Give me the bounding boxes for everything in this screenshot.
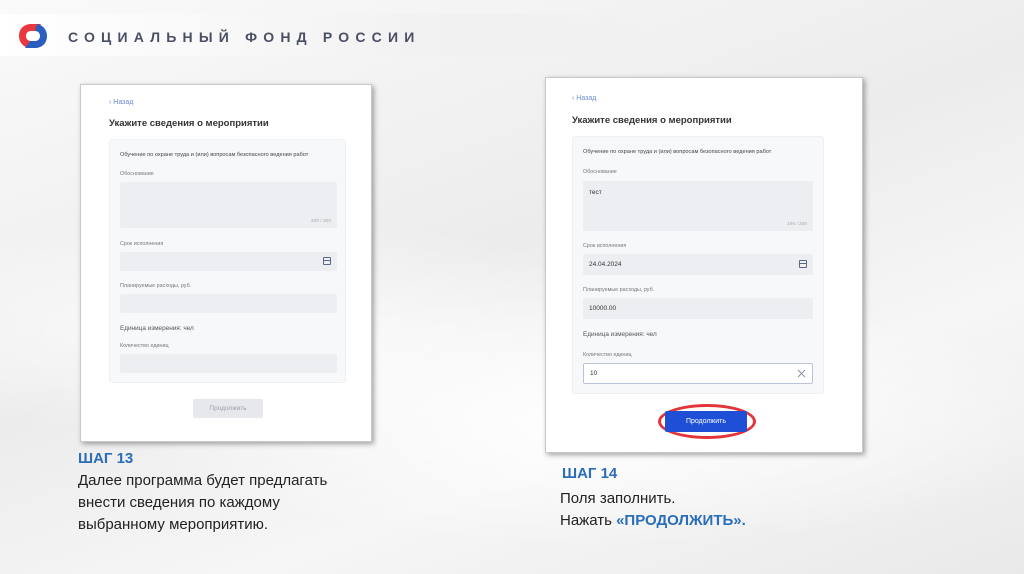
justification-textarea[interactable]: тест 196 / 200 (583, 181, 813, 231)
justification-label: Обоснование (120, 171, 154, 177)
event-card: Обучение по охране труда и (или) вопроса… (109, 139, 346, 383)
quantity-input[interactable] (120, 354, 337, 373)
close-icon[interactable] (797, 369, 806, 378)
org-name: СОЦИАЛЬНЫЙ ФОНД РОССИИ (68, 29, 421, 45)
deadline-date-input[interactable]: 24.04.2024 (583, 254, 813, 275)
deadline-label: Срок исполнения (120, 241, 164, 247)
unit-text: Единица измерения: чел (583, 331, 657, 338)
deadline-date-input[interactable] (120, 252, 337, 271)
step13-title: ШАГ 13 (78, 450, 134, 467)
step14-line2: Нажать «ПРОДОЛЖИТЬ». (560, 510, 860, 532)
continue-button-disabled[interactable]: Продолжить (193, 399, 263, 418)
step13-line: Далее программа будет предлагать (78, 472, 328, 489)
quantity-value: 10 (590, 370, 598, 377)
justification-value: тест (589, 189, 602, 196)
continue-button[interactable]: Продолжить (665, 411, 747, 432)
event-title: Обучение по охране труда и (или) вопроса… (583, 149, 772, 155)
quantity-label: Количество единиц (120, 343, 169, 349)
unit-text: Единица измерения: чел (120, 325, 194, 332)
char-counter: 196 / 200 (786, 222, 807, 227)
expenses-value: 10000.00 (589, 305, 617, 312)
step14-accent: «ПРОДОЛЖИТЬ». (616, 512, 746, 529)
step14-line2-prefix: Нажать (560, 512, 617, 529)
back-link[interactable]: ‹ Назад (109, 99, 133, 106)
justification-textarea[interactable]: 200 / 300 (120, 182, 337, 228)
step14-title: ШАГ 14 (562, 465, 618, 482)
event-card: Обучение по охране труда и (или) вопроса… (572, 136, 824, 394)
back-link[interactable]: ‹ Назад (572, 95, 596, 102)
deadline-label: Срок исполнения (583, 243, 627, 249)
quantity-label: Количество единиц (583, 352, 632, 358)
expenses-input[interactable] (120, 294, 337, 313)
calendar-icon[interactable] (799, 260, 807, 268)
right-form-screenshot: ‹ Назад Укажите сведения о мероприятии О… (545, 77, 863, 453)
left-form-screenshot: ‹ Назад Укажите сведения о мероприятии О… (80, 84, 372, 442)
step14-line1: Поля заполнить. (560, 490, 676, 507)
step13-text: Далее программа будет предлагать внести … (78, 470, 398, 536)
step13-line: внести сведения по каждому (78, 494, 280, 511)
page-title: Укажите сведения о мероприятии (109, 118, 269, 129)
calendar-icon[interactable] (323, 257, 331, 265)
expenses-label: Планируемые расходы, руб. (120, 283, 192, 289)
quantity-input[interactable]: 10 (583, 363, 813, 384)
sfr-logo-icon (19, 24, 47, 48)
step14-text: Поля заполнить. Нажать «ПРОДОЛЖИТЬ». (560, 488, 860, 532)
event-title: Обучение по охране труда и (или) вопроса… (120, 152, 309, 158)
expenses-input[interactable]: 10000.00 (583, 298, 813, 319)
step13-line: выбранному мероприятию. (78, 516, 269, 533)
justification-label: Обоснование (583, 169, 617, 175)
deadline-value: 24.04.2024 (589, 261, 622, 268)
char-counter: 200 / 300 (310, 219, 331, 224)
page-title: Укажите сведения о мероприятии (572, 115, 732, 126)
expenses-label: Планируемые расходы, руб. (583, 287, 655, 293)
